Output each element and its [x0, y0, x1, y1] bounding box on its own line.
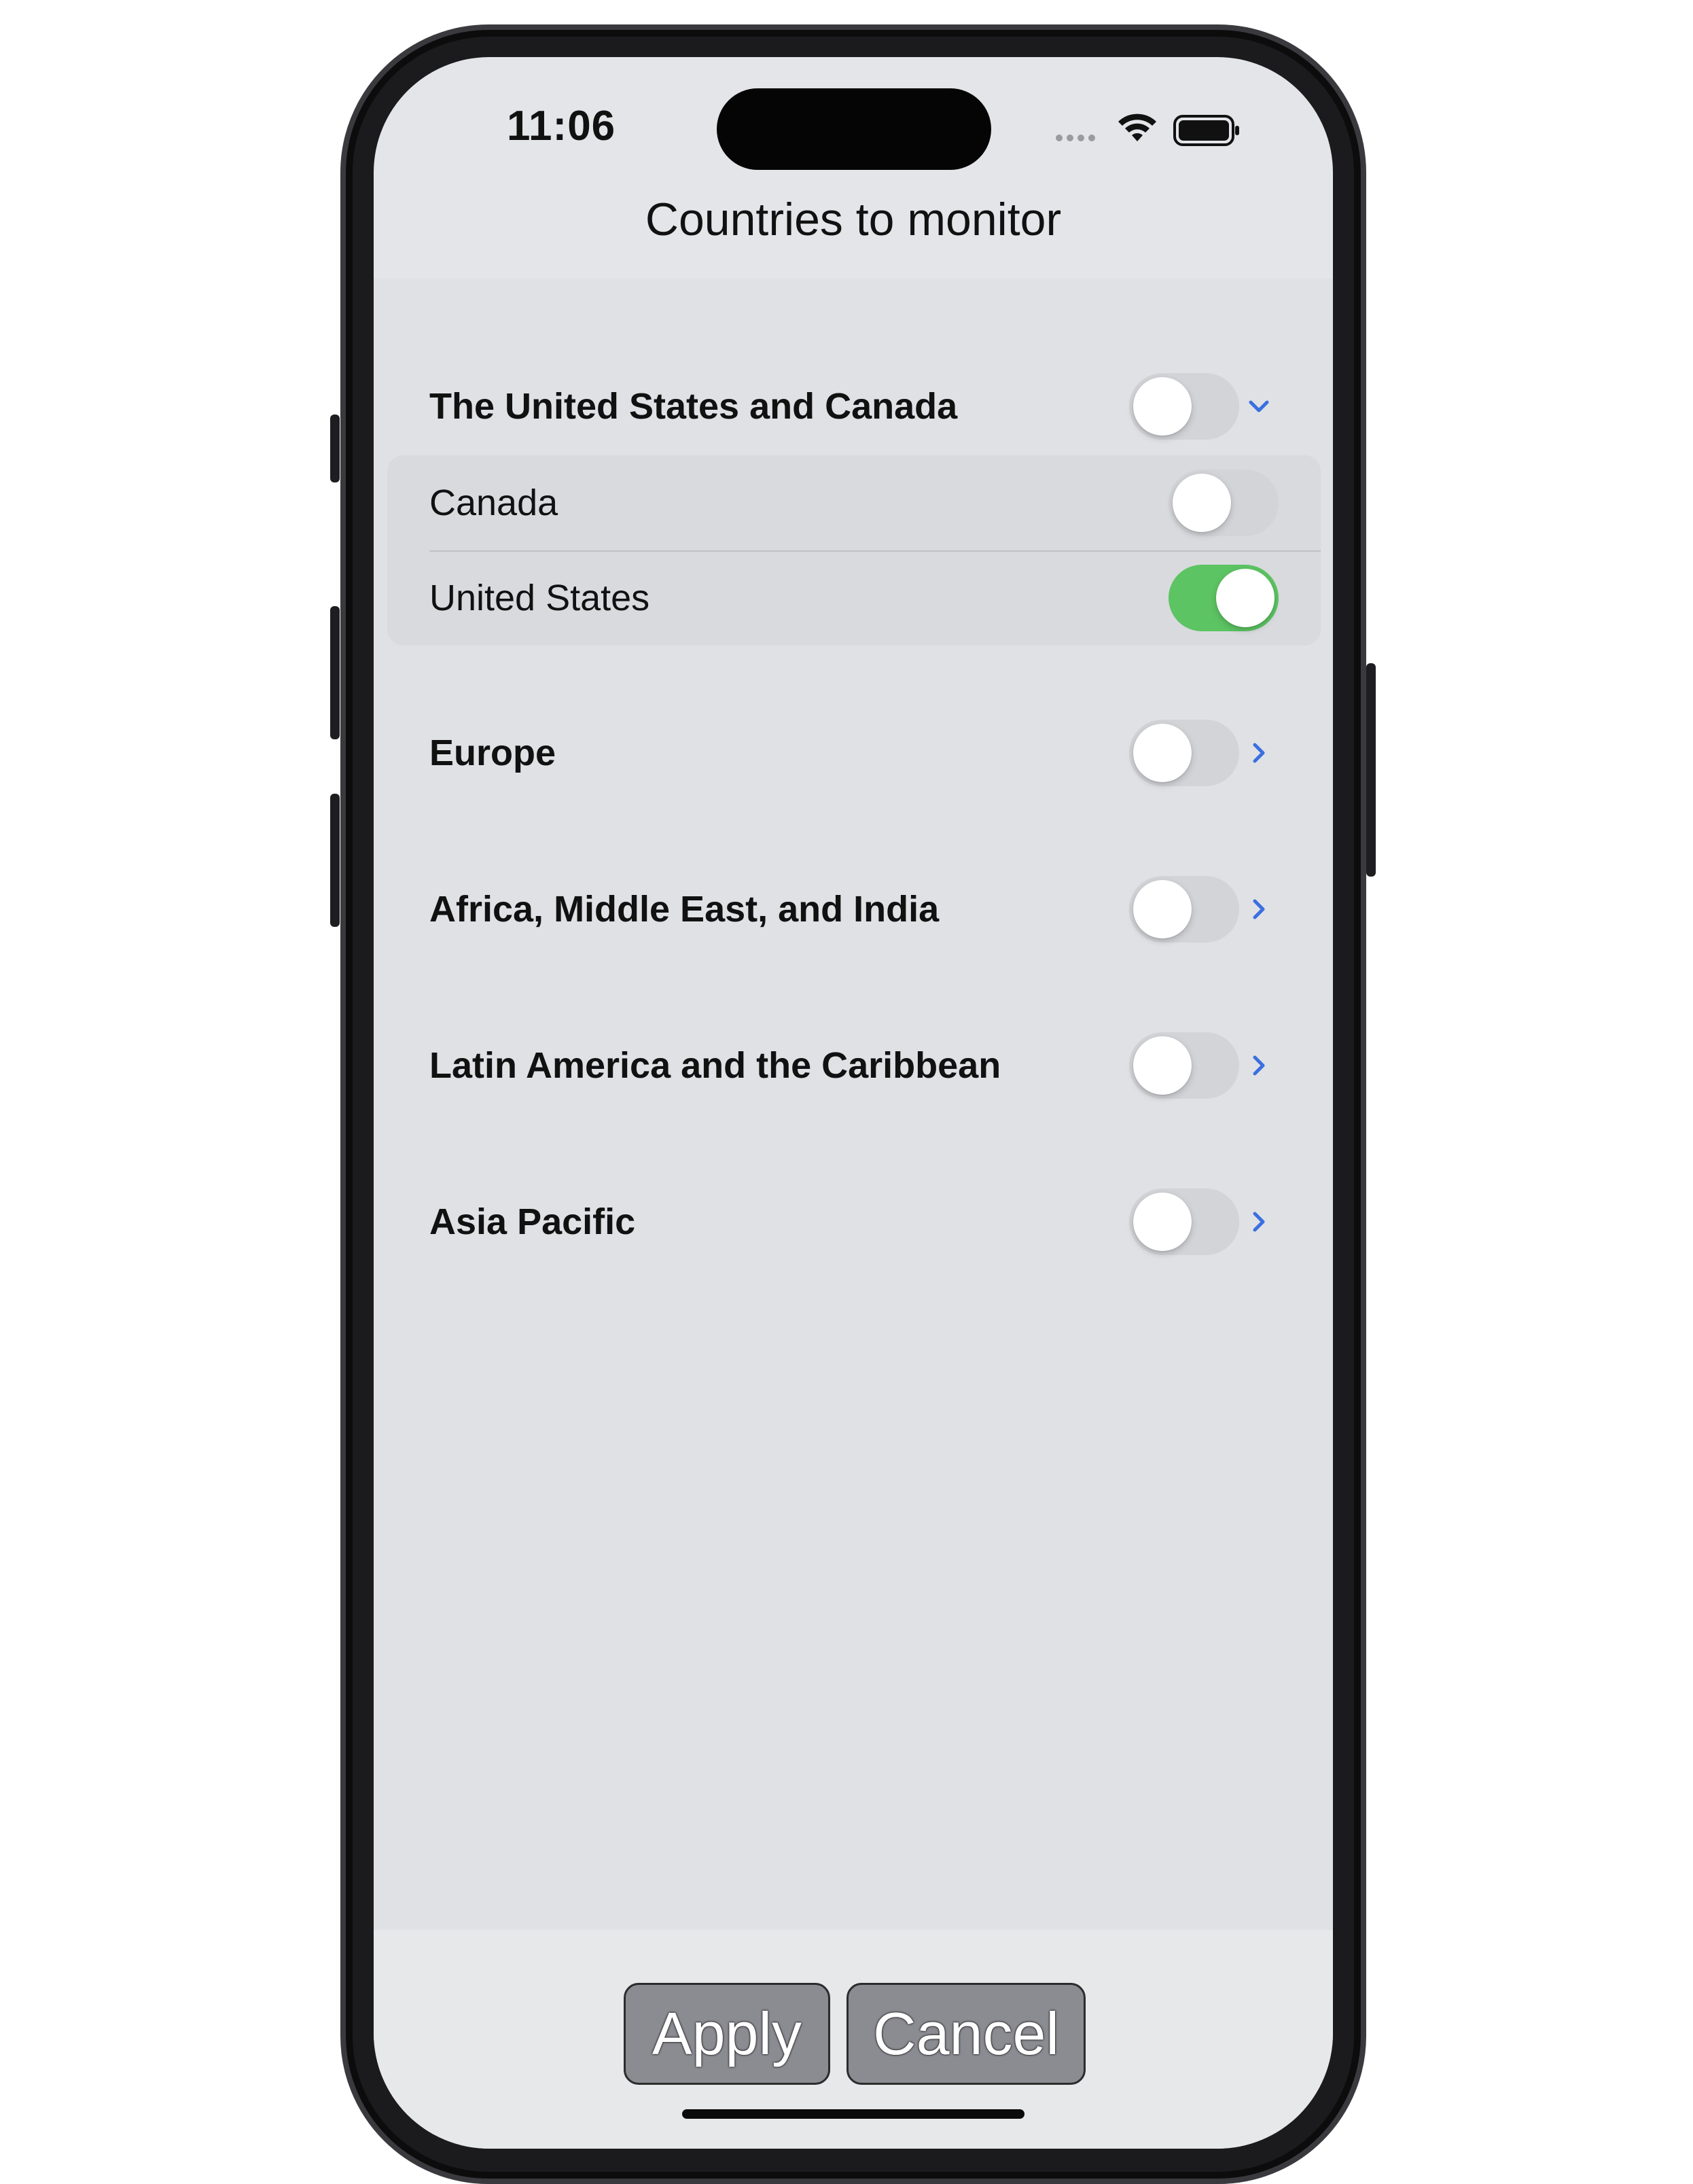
region-label: Latin America and the Caribbean — [429, 1045, 1001, 1086]
chevron-down-icon[interactable] — [1245, 393, 1272, 420]
dynamic-island — [717, 88, 991, 170]
region-row-europe[interactable]: Europe — [374, 712, 1333, 794]
page-title: Countries to monitor — [645, 194, 1062, 245]
toggle-knob — [1133, 880, 1192, 938]
toggle-knob — [1133, 377, 1192, 436]
region-row-latin-america-caribbean[interactable]: Latin America and the Caribbean — [374, 1025, 1333, 1106]
status-time: 11:06 — [507, 103, 616, 149]
action-button — [330, 415, 340, 482]
region-toggle-africa-middle-east-india[interactable] — [1129, 876, 1239, 943]
country-label: Canada — [429, 482, 558, 523]
region-toggle-latin-america-caribbean[interactable] — [1129, 1032, 1239, 1099]
region-label: Asia Pacific — [429, 1201, 636, 1242]
country-row-canada[interactable]: Canada — [387, 455, 1321, 550]
volume-up-button — [330, 606, 340, 739]
signal-dots-icon — [1056, 135, 1095, 141]
chevron-right-icon[interactable] — [1245, 739, 1272, 767]
toggle-knob — [1133, 724, 1192, 782]
country-row-united-states[interactable]: United States — [387, 550, 1321, 646]
toggle-knob — [1133, 1036, 1192, 1095]
screen: 11:06 Countries to monitor The United St… — [374, 57, 1333, 2149]
volume-down-button — [330, 794, 340, 927]
toggle-knob — [1216, 569, 1275, 627]
chevron-right-icon[interactable] — [1245, 1052, 1272, 1079]
region-toggle-europe[interactable] — [1129, 720, 1239, 786]
toggle-knob — [1133, 1193, 1192, 1251]
wifi-icon — [1118, 113, 1156, 141]
power-button — [1366, 663, 1376, 877]
region-label: Africa, Middle East, and India — [429, 889, 940, 930]
country-group-us-canada: Canada United States — [387, 455, 1321, 646]
chevron-right-icon[interactable] — [1245, 1208, 1272, 1235]
cancel-button[interactable]: Cancel — [846, 1983, 1086, 2085]
country-toggle-united-states[interactable] — [1169, 565, 1279, 631]
region-row-us-canada[interactable]: The United States and Canada — [374, 366, 1333, 447]
home-indicator[interactable] — [682, 2109, 1024, 2119]
country-label: United States — [429, 578, 650, 618]
region-label: The United States and Canada — [429, 386, 958, 427]
region-toggle-asia-pacific[interactable] — [1129, 1188, 1239, 1255]
region-row-africa-middle-east-india[interactable]: Africa, Middle East, and India — [374, 868, 1333, 950]
region-toggle-us-canada[interactable] — [1129, 373, 1239, 440]
region-row-asia-pacific[interactable]: Asia Pacific — [374, 1181, 1333, 1263]
toggle-knob — [1173, 474, 1231, 532]
country-toggle-canada[interactable] — [1169, 470, 1279, 536]
region-label: Europe — [429, 733, 556, 773]
chevron-right-icon[interactable] — [1245, 896, 1272, 923]
apply-button[interactable]: Apply — [624, 1983, 830, 2085]
battery-icon — [1173, 115, 1239, 146]
